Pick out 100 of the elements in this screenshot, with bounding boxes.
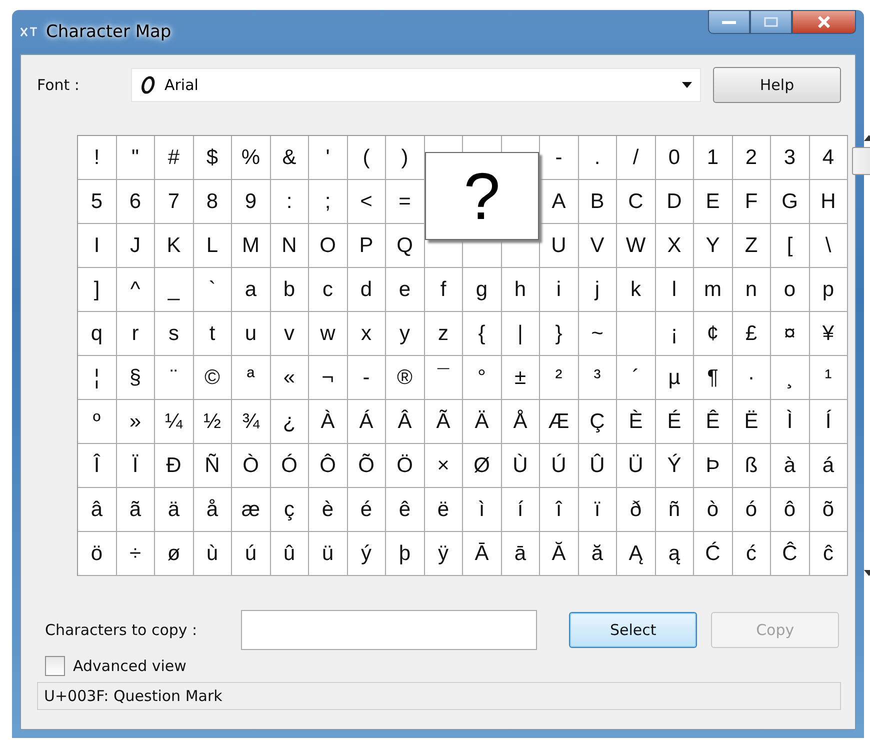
character-cell[interactable]: ¢	[694, 312, 732, 356]
character-cell[interactable]: a	[232, 268, 270, 312]
character-cell[interactable]: r	[116, 312, 155, 356]
character-cell[interactable]: «	[270, 356, 309, 400]
character-cell[interactable]: ć	[732, 532, 771, 576]
character-cell[interactable]: A	[540, 180, 578, 224]
character-cell[interactable]: ¤	[771, 312, 810, 356]
character-cell[interactable]: J	[116, 224, 155, 268]
character-cell[interactable]: Ā	[463, 532, 502, 576]
character-cell[interactable]: E	[694, 180, 732, 224]
character-cell[interactable]: ï	[578, 488, 617, 532]
character-cell[interactable]: $	[194, 136, 232, 180]
character-cell[interactable]: °	[463, 356, 502, 400]
character-cell[interactable]: Ë	[732, 400, 771, 444]
character-cell[interactable]: Ą	[617, 532, 656, 576]
character-cell[interactable]: f	[424, 268, 463, 312]
character-cell[interactable]: ¦	[78, 356, 116, 400]
character-cell[interactable]: ¿	[270, 400, 309, 444]
character-cell[interactable]: ð	[617, 488, 656, 532]
character-cell[interactable]: â	[78, 488, 116, 532]
empty-cell[interactable]	[617, 312, 656, 356]
character-cell[interactable]: /	[617, 136, 656, 180]
character-cell[interactable]: 9	[232, 180, 270, 224]
character-cell[interactable]: ú	[232, 532, 270, 576]
character-cell[interactable]: ó	[732, 488, 771, 532]
character-cell[interactable]: Â	[386, 400, 424, 444]
character-cell[interactable]: z	[424, 312, 463, 356]
character-cell[interactable]: &	[270, 136, 309, 180]
character-cell[interactable]: Ð	[155, 444, 194, 488]
character-cell[interactable]: b	[270, 268, 309, 312]
character-cell[interactable]: 4	[810, 136, 848, 180]
character-cell[interactable]: "	[116, 136, 155, 180]
character-cell[interactable]: [	[771, 224, 810, 268]
character-cell[interactable]: h	[502, 268, 540, 312]
character-cell[interactable]: Þ	[694, 444, 732, 488]
character-cell[interactable]: ù	[194, 532, 232, 576]
character-cell[interactable]: I	[78, 224, 116, 268]
character-cell[interactable]: ç	[270, 488, 309, 532]
character-cell[interactable]: ¼	[155, 400, 194, 444]
character-cell[interactable]: Õ	[348, 444, 386, 488]
close-button[interactable]	[792, 10, 856, 34]
character-cell[interactable]: ñ	[656, 488, 694, 532]
character-cell[interactable]: ÿ	[424, 532, 463, 576]
character-cell[interactable]: B	[578, 180, 617, 224]
character-cell[interactable]: Q	[386, 224, 424, 268]
character-cell[interactable]: 1	[694, 136, 732, 180]
character-cell[interactable]: ·	[732, 356, 771, 400]
character-cell[interactable]: 2	[732, 136, 771, 180]
character-cell[interactable]: ê	[386, 488, 424, 532]
character-cell[interactable]: \	[810, 224, 848, 268]
character-cell[interactable]: É	[656, 400, 694, 444]
character-cell[interactable]: o	[771, 268, 810, 312]
character-cell[interactable]: q	[78, 312, 116, 356]
character-cell[interactable]: ¨	[155, 356, 194, 400]
font-dropdown[interactable]: Arial	[131, 68, 701, 102]
character-cell[interactable]: Å	[502, 400, 540, 444]
character-cell[interactable]: N	[270, 224, 309, 268]
character-cell[interactable]: i	[540, 268, 578, 312]
character-cell[interactable]: V	[578, 224, 617, 268]
character-cell[interactable]: H	[810, 180, 848, 224]
character-cell[interactable]: {	[463, 312, 502, 356]
character-cell[interactable]: Á	[348, 400, 386, 444]
character-cell[interactable]: ĉ	[810, 532, 848, 576]
character-cell[interactable]: ®	[386, 356, 424, 400]
character-cell[interactable]: Y	[694, 224, 732, 268]
character-cell[interactable]: þ	[386, 532, 424, 576]
character-cell[interactable]: 8	[194, 180, 232, 224]
character-cell[interactable]: K	[155, 224, 194, 268]
maximize-button[interactable]	[750, 10, 792, 34]
character-cell[interactable]: Ó	[270, 444, 309, 488]
character-cell[interactable]: î	[540, 488, 578, 532]
character-cell[interactable]: Ü	[617, 444, 656, 488]
character-cell[interactable]: D	[656, 180, 694, 224]
character-cell[interactable]: ã	[116, 488, 155, 532]
character-cell[interactable]: 0	[656, 136, 694, 180]
character-cell[interactable]: |	[502, 312, 540, 356]
character-cell[interactable]: æ	[232, 488, 270, 532]
character-cell[interactable]: Ä	[463, 400, 502, 444]
character-cell[interactable]: »	[116, 400, 155, 444]
character-cell[interactable]: -	[540, 136, 578, 180]
character-cell[interactable]: ©	[194, 356, 232, 400]
character-cell[interactable]: Î	[78, 444, 116, 488]
character-cell[interactable]: ø	[155, 532, 194, 576]
character-cell[interactable]: ª	[232, 356, 270, 400]
character-cell[interactable]: X	[656, 224, 694, 268]
character-cell[interactable]: µ	[656, 356, 694, 400]
character-cell[interactable]: g	[463, 268, 502, 312]
character-cell[interactable]: ą	[656, 532, 694, 576]
character-cell[interactable]: ô	[771, 488, 810, 532]
character-cell[interactable]: í	[502, 488, 540, 532]
character-cell[interactable]: ³	[578, 356, 617, 400]
character-cell[interactable]: Ã	[424, 400, 463, 444]
character-cell[interactable]: :	[270, 180, 309, 224]
character-cell[interactable]: Û	[578, 444, 617, 488]
character-cell[interactable]: Ñ	[194, 444, 232, 488]
character-cell[interactable]: ä	[155, 488, 194, 532]
character-cell[interactable]: ]	[78, 268, 116, 312]
character-cell[interactable]: È	[617, 400, 656, 444]
character-cell[interactable]: ¶	[694, 356, 732, 400]
character-cell[interactable]: F	[732, 180, 771, 224]
